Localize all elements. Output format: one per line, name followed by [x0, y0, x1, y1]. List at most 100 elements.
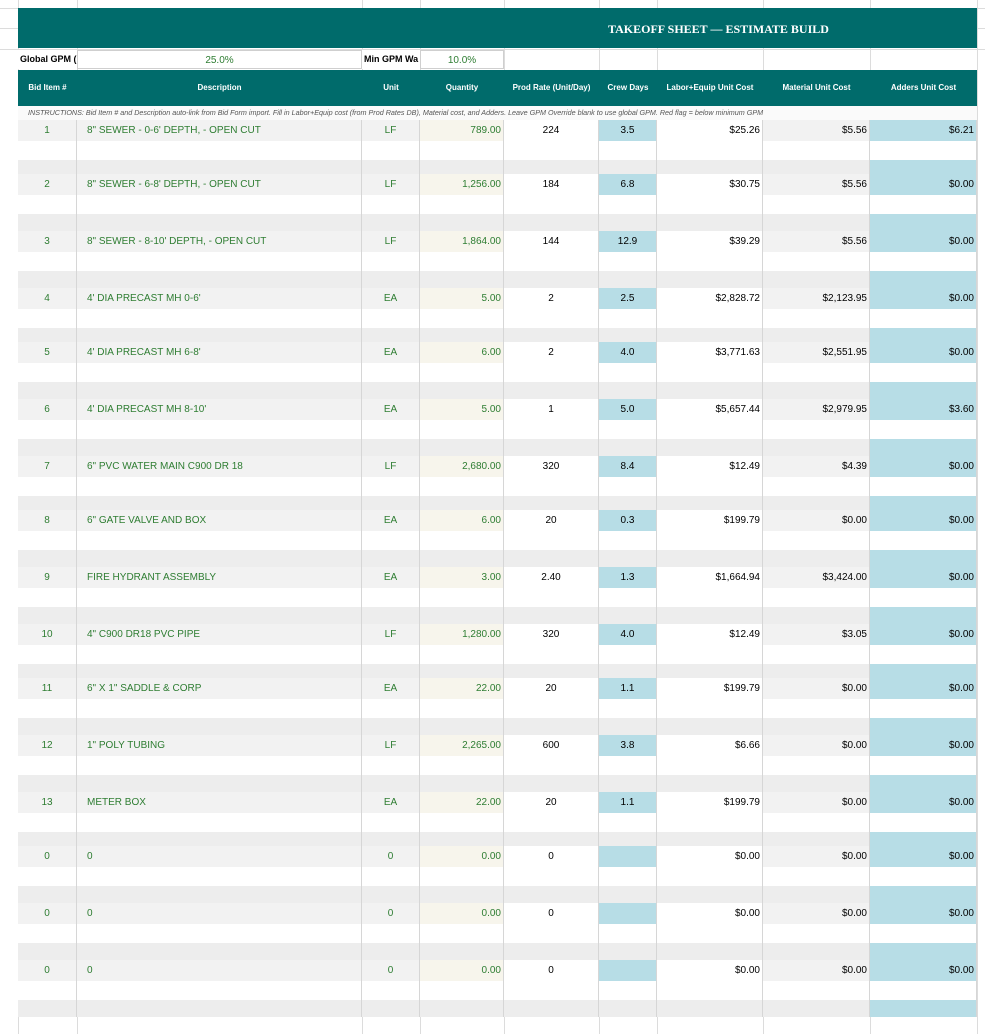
description-cell[interactable]: 4' DIA PRECAST MH 6-8': [77, 342, 362, 363]
crew-days-cell[interactable]: [599, 903, 657, 924]
unit-cell[interactable]: EA: [362, 342, 420, 363]
description-cell[interactable]: 0: [77, 903, 362, 924]
quantity-cell[interactable]: 2,680.00: [420, 456, 504, 477]
prod-rate-cell[interactable]: 224: [504, 120, 599, 141]
bid-item-cell[interactable]: 8: [18, 510, 77, 531]
material-cell[interactable]: $0.00: [763, 846, 870, 867]
description-cell[interactable]: 6" X 1" SADDLE & CORP: [77, 678, 362, 699]
row-spacer[interactable]: [18, 588, 977, 607]
crew-days-cell[interactable]: 1.1: [599, 678, 657, 699]
bid-item-cell[interactable]: 9: [18, 567, 77, 588]
unit-cell[interactable]: EA: [362, 792, 420, 813]
quantity-cell[interactable]: 3.00: [420, 567, 504, 588]
description-cell[interactable]: FIRE HYDRANT ASSEMBLY: [77, 567, 362, 588]
crew-days-cell[interactable]: 4.0: [599, 624, 657, 645]
material-cell[interactable]: $5.56: [763, 174, 870, 195]
adders-cell[interactable]: $0.00: [870, 735, 977, 756]
quantity-cell[interactable]: 22.00: [420, 792, 504, 813]
description-cell[interactable]: 8" SEWER - 6-8' DEPTH, - OPEN CUT: [77, 174, 362, 195]
prod-rate-cell[interactable]: 184: [504, 174, 599, 195]
labor-equip-cell[interactable]: $6.66: [657, 735, 763, 756]
row-spacer[interactable]: [18, 363, 977, 382]
unit-cell[interactable]: EA: [362, 567, 420, 588]
crew-days-cell[interactable]: 3.8: [599, 735, 657, 756]
bid-item-cell[interactable]: 4: [18, 288, 77, 309]
row-spacer[interactable]: [18, 214, 977, 231]
labor-equip-cell[interactable]: $5,657.44: [657, 399, 763, 420]
bid-item-cell[interactable]: 10: [18, 624, 77, 645]
description-cell[interactable]: 8" SEWER - 0-6' DEPTH, - OPEN CUT: [77, 120, 362, 141]
bid-item-cell[interactable]: 0: [18, 903, 77, 924]
prod-rate-cell[interactable]: 320: [504, 456, 599, 477]
unit-cell[interactable]: EA: [362, 399, 420, 420]
quantity-cell[interactable]: 1,864.00: [420, 231, 504, 252]
adders-cell[interactable]: $6.21: [870, 120, 977, 141]
bid-item-cell[interactable]: 1: [18, 120, 77, 141]
row-spacer[interactable]: [18, 718, 977, 735]
bid-item-cell[interactable]: 6: [18, 399, 77, 420]
adders-cell[interactable]: $0.00: [870, 231, 977, 252]
row-spacer[interactable]: [18, 607, 977, 624]
prod-rate-cell[interactable]: 0: [504, 960, 599, 981]
instructions-row[interactable]: INSTRUCTIONS: Bid Item # and Description…: [18, 106, 977, 120]
material-cell[interactable]: $2,979.95: [763, 399, 870, 420]
bid-item-cell[interactable]: 0: [18, 846, 77, 867]
row-spacer[interactable]: [18, 271, 977, 288]
labor-equip-cell[interactable]: $0.00: [657, 960, 763, 981]
unit-cell[interactable]: 0: [362, 903, 420, 924]
row-spacer[interactable]: [18, 943, 977, 960]
quantity-cell[interactable]: 0.00: [420, 903, 504, 924]
unit-cell[interactable]: LF: [362, 174, 420, 195]
description-cell[interactable]: 4' DIA PRECAST MH 8-10': [77, 399, 362, 420]
row-spacer[interactable]: [18, 775, 977, 792]
labor-equip-cell[interactable]: $12.49: [657, 456, 763, 477]
row-spacer[interactable]: [18, 496, 977, 510]
unit-cell[interactable]: EA: [362, 678, 420, 699]
column-header-description[interactable]: Description: [77, 70, 362, 106]
column-header-bid-item[interactable]: Bid Item #: [18, 70, 77, 106]
description-cell[interactable]: 6" PVC WATER MAIN C900 DR 18: [77, 456, 362, 477]
row-spacer[interactable]: [18, 886, 977, 903]
quantity-cell[interactable]: 22.00: [420, 678, 504, 699]
unit-cell[interactable]: EA: [362, 510, 420, 531]
column-header-crew-days[interactable]: Crew Days: [599, 70, 657, 106]
description-cell[interactable]: 4" C900 DR18 PVC PIPE: [77, 624, 362, 645]
row-spacer[interactable]: [18, 252, 977, 271]
adders-cell[interactable]: $0.00: [870, 903, 977, 924]
adders-cell[interactable]: $0.00: [870, 288, 977, 309]
column-header-unit[interactable]: Unit: [362, 70, 420, 106]
material-cell[interactable]: $0.00: [763, 678, 870, 699]
crew-days-cell[interactable]: 6.8: [599, 174, 657, 195]
material-cell[interactable]: $5.56: [763, 120, 870, 141]
material-cell[interactable]: $3,424.00: [763, 567, 870, 588]
row-spacer[interactable]: [18, 477, 977, 496]
row-spacer[interactable]: [18, 439, 977, 456]
row-spacer[interactable]: [18, 420, 977, 439]
prod-rate-cell[interactable]: 2.40: [504, 567, 599, 588]
labor-equip-cell[interactable]: $0.00: [657, 846, 763, 867]
quantity-cell[interactable]: 0.00: [420, 846, 504, 867]
prod-rate-cell[interactable]: 2: [504, 342, 599, 363]
adders-cell[interactable]: $0.00: [870, 510, 977, 531]
material-cell[interactable]: $0.00: [763, 792, 870, 813]
adders-cell[interactable]: $0.00: [870, 567, 977, 588]
material-cell[interactable]: $0.00: [763, 735, 870, 756]
global-gpm-input[interactable]: 25.0%: [77, 50, 362, 69]
quantity-cell[interactable]: 6.00: [420, 342, 504, 363]
row-spacer[interactable]: [18, 756, 977, 775]
crew-days-cell[interactable]: 12.9: [599, 231, 657, 252]
prod-rate-cell[interactable]: 600: [504, 735, 599, 756]
labor-equip-cell[interactable]: $25.26: [657, 120, 763, 141]
quantity-cell[interactable]: 1,256.00: [420, 174, 504, 195]
material-cell[interactable]: $0.00: [763, 960, 870, 981]
adders-cell[interactable]: $0.00: [870, 678, 977, 699]
row-spacer[interactable]: [18, 813, 977, 832]
column-header-adders[interactable]: Adders Unit Cost: [870, 70, 977, 106]
adders-cell[interactable]: $0.00: [870, 174, 977, 195]
crew-days-cell[interactable]: 8.4: [599, 456, 657, 477]
labor-equip-cell[interactable]: $1,664.94: [657, 567, 763, 588]
crew-days-cell[interactable]: [599, 960, 657, 981]
row-spacer[interactable]: [18, 867, 977, 886]
adders-cell[interactable]: $0.00: [870, 342, 977, 363]
prod-rate-cell[interactable]: 1: [504, 399, 599, 420]
